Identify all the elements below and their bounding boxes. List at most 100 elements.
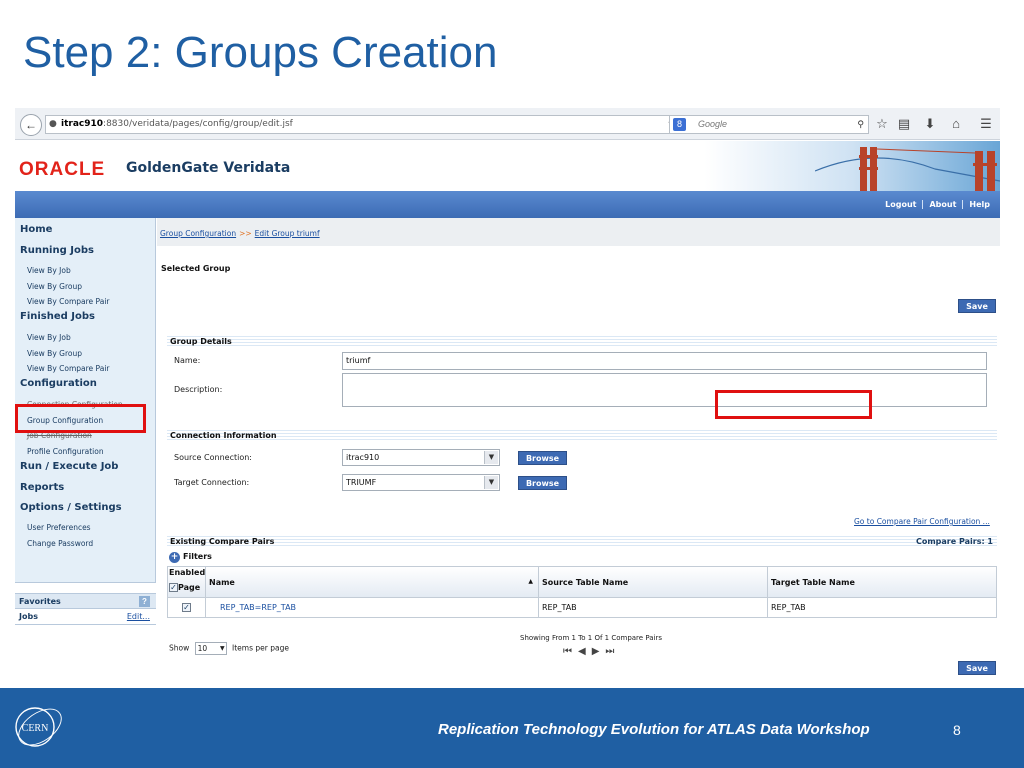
chevron-down-icon[interactable]: ▼ (484, 476, 498, 489)
download-icon[interactable]: ⬇ (921, 116, 939, 132)
save-button-top[interactable]: Save (958, 299, 996, 313)
chevron-down-icon[interactable]: ▼ (220, 643, 225, 654)
sidebar-item-change-password[interactable]: Change Password (27, 539, 93, 548)
search-engine-icon[interactable]: 8 (673, 118, 686, 131)
source-connection-select[interactable]: itrac910 ▼ (342, 449, 500, 466)
about-link[interactable]: About (922, 200, 962, 209)
sidebar-item-reports[interactable]: Reports (20, 482, 64, 493)
favorites-jobs-label: Jobs (19, 612, 38, 621)
row-enabled-cell[interactable]: ✓ (168, 598, 206, 617)
group-name-input[interactable]: triumf (342, 352, 987, 370)
magnifier-icon[interactable]: ⚲ (857, 116, 864, 133)
sidebar-item-running-by-group[interactable]: View By Group (27, 282, 82, 291)
star-icon[interactable]: ☆ (873, 116, 891, 132)
main-content: Group Configuration >> Edit Group triumf S… (157, 218, 1000, 684)
last-page-icon[interactable]: ⏭ (605, 646, 620, 657)
column-enabled-label: Enabled (169, 568, 206, 577)
source-connection-value: itrac910 (346, 453, 380, 462)
row-target-cell: REP_TAB (771, 603, 806, 612)
highlight-box-compare-pair-link (715, 390, 872, 419)
table-row[interactable]: ✓ REP_TAB=REP_TAB REP_TAB REP_TAB (167, 598, 997, 618)
save-button-bottom[interactable]: Save (958, 661, 996, 675)
breadcrumb-bar: Group Configuration >> Edit Group triumf (157, 218, 1000, 246)
next-page-icon[interactable]: ▶ (592, 646, 606, 657)
column-name[interactable]: Name ▲ (206, 567, 539, 597)
help-icon[interactable]: ? (139, 596, 150, 607)
target-connection-select[interactable]: TRIUMF ▼ (342, 474, 500, 491)
back-arrow-icon[interactable]: ← (20, 114, 42, 136)
browse-target-button[interactable]: Browse (518, 476, 567, 490)
oracle-logo: ORACLE (19, 159, 106, 180)
app-header: ORACLE GoldenGate Veridata (15, 141, 1000, 191)
prev-page-icon[interactable]: ◀ (578, 646, 592, 657)
sidebar-section-options-settings[interactable]: Options / Settings (20, 502, 122, 513)
sidebar-item-finished-by-job[interactable]: View By Job (27, 333, 71, 342)
column-target[interactable]: Target Table Name (768, 567, 997, 597)
favorites-panel: Favorites ? Jobs Edit... (15, 582, 156, 684)
sidebar-section-configuration[interactable]: Configuration (20, 378, 97, 389)
breadcrumb-current-link[interactable]: Edit Group triumf (255, 229, 320, 238)
selected-group-heading: Selected Group (161, 264, 231, 273)
browse-source-button[interactable]: Browse (518, 451, 567, 465)
breadcrumb-root-link[interactable]: Group Configuration (160, 229, 236, 238)
source-connection-label: Source Connection: (174, 453, 252, 462)
divider (15, 624, 156, 625)
first-page-icon[interactable]: ⏮ (563, 646, 578, 657)
checkbox-icon[interactable]: ✓ (182, 603, 191, 612)
filters-label: Filters (183, 552, 212, 561)
pager-info: Showing From 1 To 1 Of 1 Compare Pairs (520, 634, 662, 642)
highlight-box-group-configuration (15, 404, 146, 433)
items-per-page-select[interactable]: 10 ▼ (194, 642, 227, 655)
column-page-label: Page (178, 583, 201, 592)
sidebar-item-finished-by-group[interactable]: View By Group (27, 349, 82, 358)
globe-icon: ● (49, 119, 57, 129)
breadcrumb: Group Configuration >> Edit Group triumf (160, 229, 320, 238)
cern-logo: CERN (15, 707, 62, 747)
address-bar[interactable]: ● itrac910:8830/veridata/pages/config/gr… (45, 115, 690, 134)
group-details-header: Group Details (167, 336, 997, 348)
sidebar: Home Running Jobs View By Job View By Gr… (15, 218, 156, 684)
page-select-all[interactable]: ✓Page (169, 583, 200, 592)
clipboard-icon[interactable]: ▤ (895, 116, 913, 132)
filters-toggle[interactable]: + Filters (169, 552, 212, 563)
favorites-title: Favorites (19, 597, 61, 606)
search-input[interactable]: 8 Google ⚲ (669, 115, 869, 134)
show-label: Show (169, 643, 190, 653)
breadcrumb-separator: >> (239, 229, 252, 238)
top-nav-bar: Logout About Help (15, 191, 1000, 218)
menu-icon[interactable]: ☰ (977, 116, 995, 132)
sort-asc-icon[interactable]: ▲ (528, 578, 533, 585)
column-source[interactable]: Source Table Name (539, 567, 768, 597)
favorites-edit-link[interactable]: Edit... (127, 612, 150, 621)
sidebar-item-profile-configuration[interactable]: Profile Configuration (27, 447, 104, 456)
sidebar-item-home[interactable]: Home (20, 224, 52, 235)
description-label: Description: (174, 385, 223, 394)
sidebar-item-user-preferences[interactable]: User Preferences (27, 523, 91, 532)
row-name-link[interactable]: REP_TAB=REP_TAB (206, 598, 539, 617)
chevron-down-icon[interactable]: ▼ (484, 451, 498, 464)
description-textarea[interactable] (342, 373, 987, 407)
footer-text: Replication Technology Evolution for ATL… (438, 721, 870, 738)
sidebar-item-running-by-job[interactable]: View By Job (27, 266, 71, 275)
checkbox-icon[interactable]: ✓ (169, 583, 178, 592)
plus-icon[interactable]: + (169, 552, 180, 563)
row-source-cell: REP_TAB (539, 598, 768, 617)
sidebar-section-finished-jobs[interactable]: Finished Jobs (20, 311, 95, 322)
url-host: itrac910 (61, 119, 104, 129)
help-link[interactable]: Help (962, 200, 996, 209)
sidebar-item-run-execute-job[interactable]: Run / Execute Job (20, 461, 118, 472)
product-name: GoldenGate Veridata (126, 160, 291, 176)
slide-title: Step 2: Groups Creation (23, 28, 498, 77)
target-connection-value: TRIUMF (346, 478, 377, 487)
sidebar-section-running-jobs[interactable]: Running Jobs (20, 245, 94, 256)
connection-info-title: Connection Information (170, 431, 277, 440)
bridge-image (815, 147, 1000, 191)
url-path: :8830/veridata/pages/config/group/edit.j… (103, 119, 293, 129)
logout-link[interactable]: Logout (879, 200, 922, 209)
sidebar-item-running-by-compare-pair[interactable]: View By Compare Pair (27, 297, 110, 306)
column-name-label: Name (209, 578, 235, 587)
home-icon[interactable]: ⌂ (947, 116, 965, 131)
column-enabled: Enabled ✓Page (168, 567, 206, 597)
sidebar-item-finished-by-compare-pair[interactable]: View By Compare Pair (27, 364, 110, 373)
go-to-compare-pair-link[interactable]: Go to Compare Pair Configuration ... (854, 517, 990, 526)
